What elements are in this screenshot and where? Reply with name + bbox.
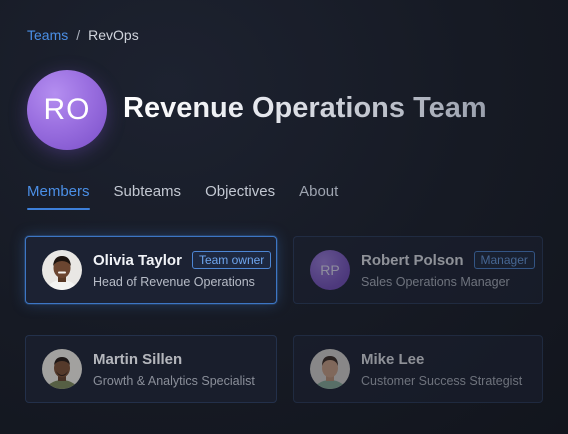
tab-subteams[interactable]: Subteams xyxy=(114,183,182,209)
member-name: Robert Polson xyxy=(361,251,464,269)
member-role: Growth & Analytics Specialist xyxy=(93,373,255,388)
breadcrumb-current: RevOps xyxy=(88,27,139,43)
member-card-robert-polson[interactable]: RP Robert Polson Manager Sales Operation… xyxy=(293,236,543,304)
member-name: Martin Sillen xyxy=(93,350,183,368)
member-card-olivia-taylor[interactable]: Olivia Taylor Team owner Head of Revenue… xyxy=(25,236,277,304)
member-card-mike-lee[interactable]: Mike Lee Customer Success Strategist xyxy=(293,335,543,403)
role-badge: Manager xyxy=(473,251,535,269)
avatar xyxy=(42,250,82,290)
team-avatar: RO xyxy=(27,70,107,150)
tab-bar: Members Subteams Objectives About xyxy=(27,183,338,210)
role-badge: Team owner xyxy=(191,251,272,269)
member-name: Olivia Taylor xyxy=(93,251,182,269)
avatar: RP xyxy=(310,250,350,290)
member-card-martin-sillen[interactable]: Martin Sillen Growth & Analytics Special… xyxy=(25,335,277,403)
member-role: Head of Revenue Operations xyxy=(93,275,255,289)
martin-photo-icon xyxy=(42,349,82,389)
tab-members[interactable]: Members xyxy=(27,183,90,210)
member-role: Sales Operations Manager xyxy=(361,275,510,289)
member-name: Mike Lee xyxy=(361,350,425,368)
mike-photo-icon xyxy=(310,349,350,389)
breadcrumb-link-teams[interactable]: Teams xyxy=(27,27,68,43)
breadcrumb-separator: / xyxy=(76,27,81,43)
breadcrumb: Teams / RevOps xyxy=(27,27,139,43)
page-title: Revenue Operations Team xyxy=(123,92,487,124)
member-role: Customer Success Strategist xyxy=(361,373,523,388)
avatar xyxy=(42,349,82,389)
tab-about[interactable]: About xyxy=(299,183,338,209)
tab-objectives[interactable]: Objectives xyxy=(205,183,275,209)
avatar xyxy=(310,349,350,389)
olivia-photo-icon xyxy=(42,250,82,290)
